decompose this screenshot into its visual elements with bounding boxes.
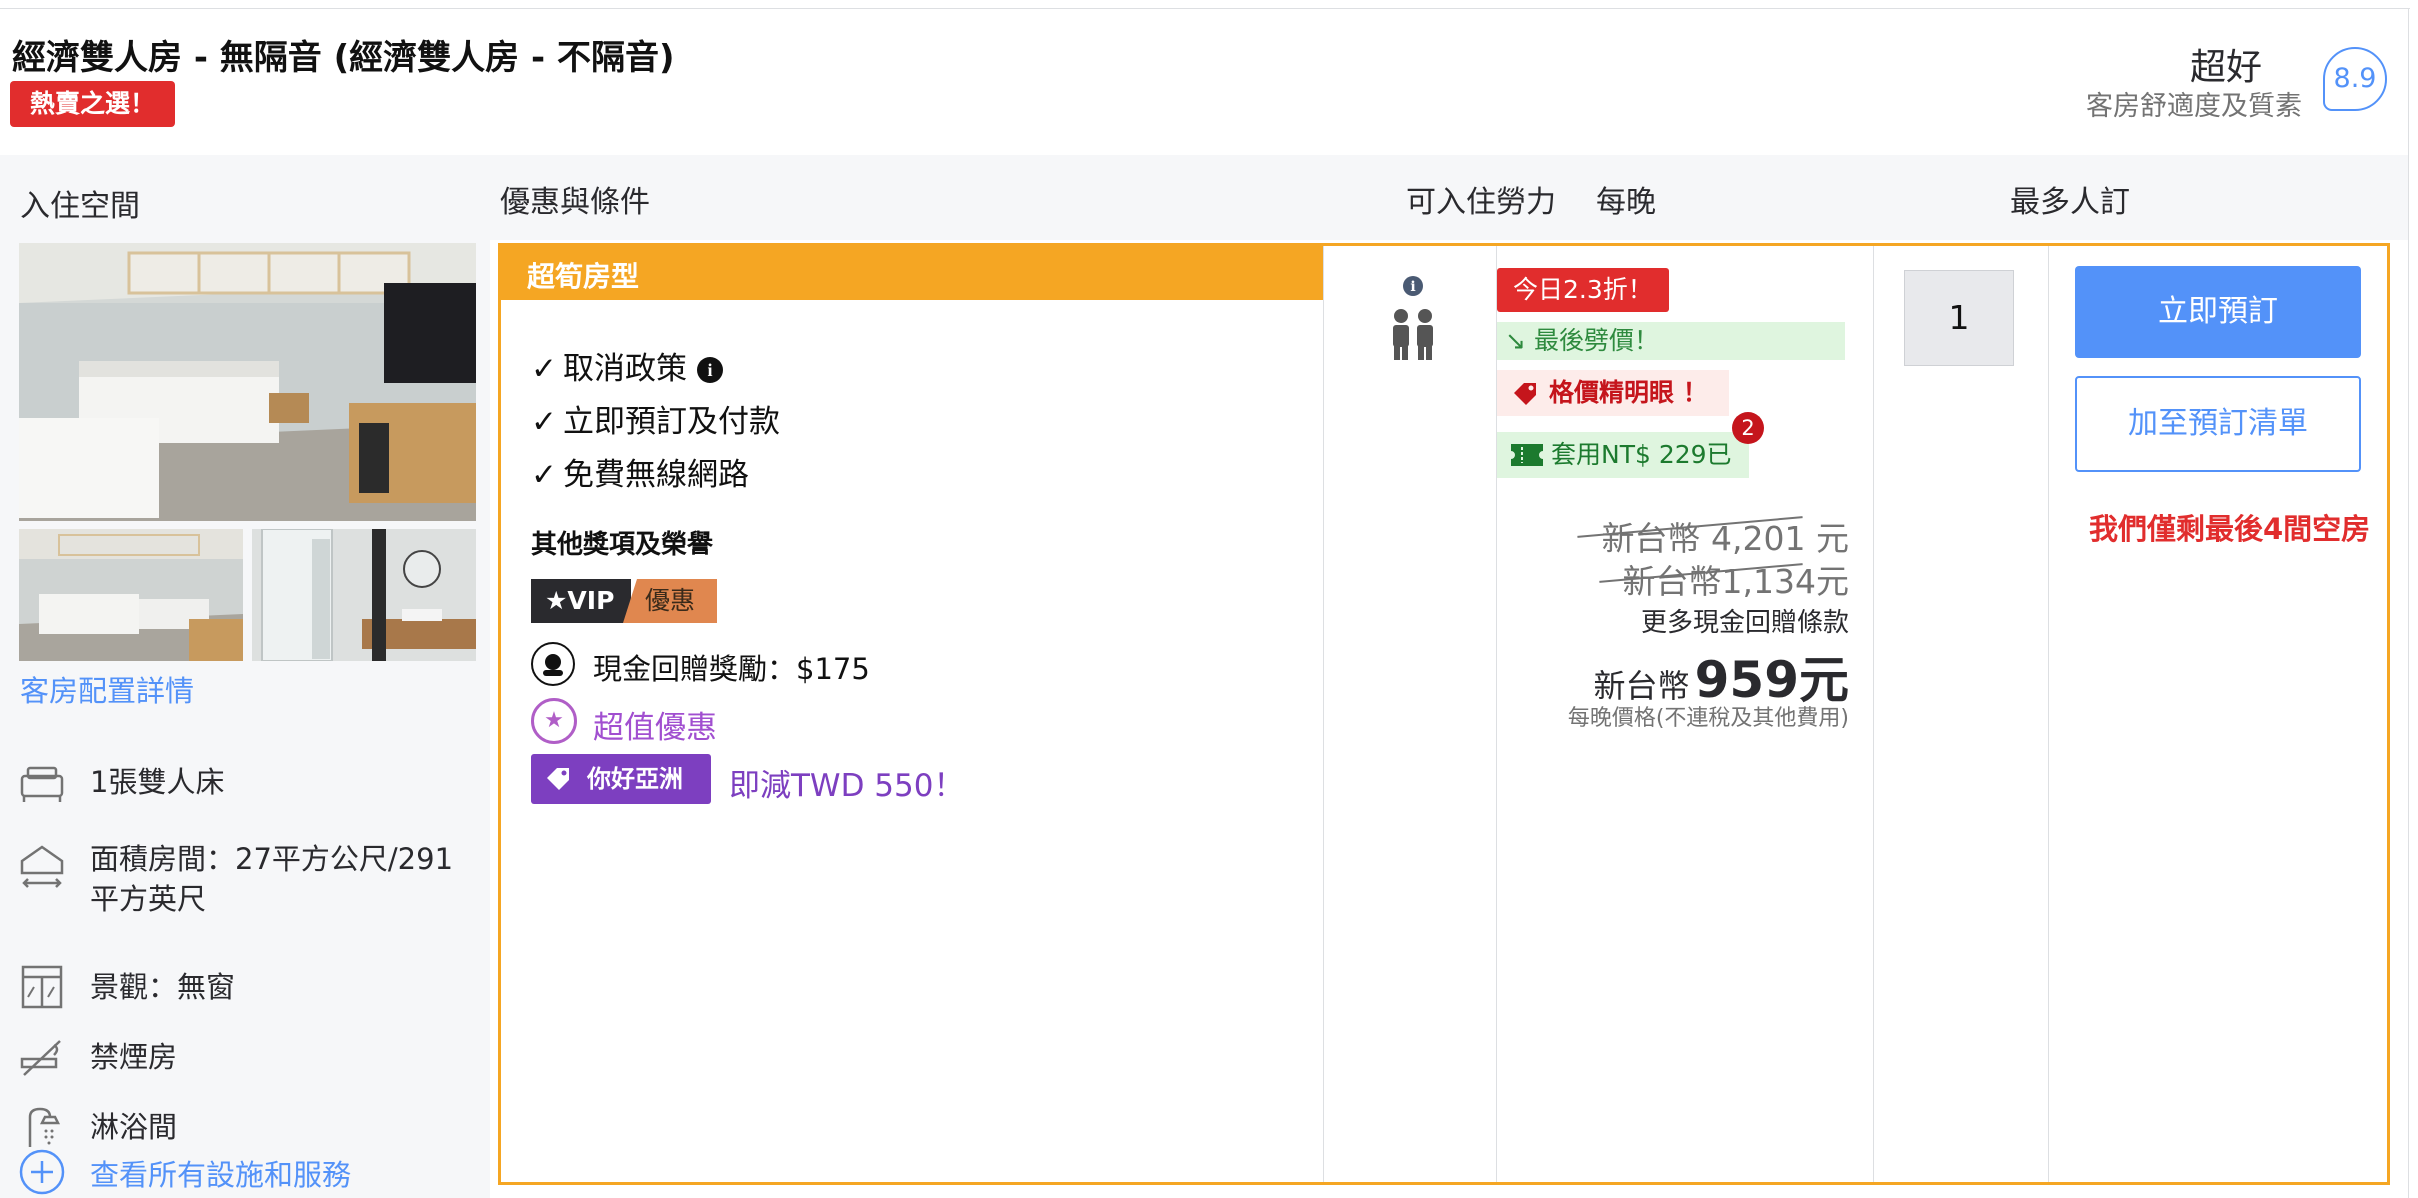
coupon-applied[interactable]: 套用NT$ 229已: [1497, 432, 1749, 478]
capacity-heading: 可入住勞力: [1406, 185, 1556, 220]
hello-asia-discount: 即減TWD 550！: [729, 768, 965, 804]
original-price: 新台幣 4,201 元: [1601, 519, 1849, 558]
rating-word: 超好: [2189, 47, 2262, 88]
amenity-area: 面積房間：27平方公尺/291平方英尺: [18, 835, 478, 925]
room-photo-main[interactable]: [19, 243, 476, 521]
area-icon: [20, 845, 64, 888]
coupon-count-badge: 2: [1732, 412, 1764, 444]
hello-asia-label: 你好亞洲: [587, 765, 683, 793]
room-quantity-select[interactable]: 1: [1904, 270, 2014, 366]
book-now-button[interactable]: 立即預訂: [2075, 266, 2361, 358]
check-icon: ✓: [531, 404, 557, 440]
check-label: 免費無線網路: [563, 457, 749, 493]
room-details-link[interactable]: 客房配置詳情: [20, 668, 194, 710]
top-divider: [0, 8, 2410, 9]
more-cashback-terms[interactable]: 更多現金回贈條款: [1641, 602, 1849, 639]
super-deal-label: 超值優惠: [593, 710, 717, 746]
today-discount-badge: 今日2.3折！: [1497, 268, 1669, 312]
tag-icon: [547, 768, 569, 790]
window-icon: [21, 965, 63, 1009]
amenity-view: 景觀：無窗: [18, 963, 478, 1013]
cancellation-policy[interactable]: ✓ 取消政策 i: [531, 343, 723, 388]
free-wifi-item: ✓ 免費無線網路: [531, 449, 749, 494]
room-space-heading: 入住空間: [20, 189, 140, 224]
room-photo-thumb-1[interactable]: [19, 529, 243, 661]
amenity-label: 禁煙房: [90, 1040, 178, 1074]
offers-heading: 優惠與條件: [500, 185, 650, 220]
see-all-label: 查看所有設施和服務: [90, 1158, 352, 1192]
deal-band-label: 超筍房型: [527, 260, 640, 293]
check-icon: ✓: [531, 351, 557, 387]
crossed-price: 新台幣1,134元: [1622, 562, 1849, 601]
check-label: 取消政策: [563, 351, 687, 387]
star-icon: ★: [545, 586, 568, 615]
smart-price-badge: 格價精明眼 ！: [1497, 370, 1729, 416]
price-tag-icon: [1514, 383, 1536, 405]
pay-now-item: ✓ 立即預訂及付款: [531, 396, 780, 441]
room-space-panel: 入住空間 客房配置詳情 1張雙人床 面積房間：27平方公尺/291平方英尺 景觀…: [0, 155, 490, 1198]
plus-circle-icon: [19, 1149, 65, 1195]
trend-down-icon: ↘: [1505, 326, 1526, 355]
hot-seller-badge: 熱賣之選！: [10, 81, 176, 127]
cash-reward-label: 現金回贈獎勵：$175: [593, 652, 870, 686]
per-night-heading: 每晚: [1596, 185, 1656, 220]
coupon-icon: [1511, 444, 1543, 466]
right-divider: [2408, 8, 2409, 1198]
two-persons-icon: i: [1393, 276, 1433, 360]
amenity-label: 景觀：無窗: [90, 970, 236, 1004]
deal-band: 超筍房型: [501, 246, 1323, 300]
rating-score-badge[interactable]: 8.9: [2323, 47, 2387, 111]
check-icon: ✓: [531, 457, 557, 493]
max-book-heading: 最多人訂: [2010, 185, 2130, 220]
hello-asia-tag: 你好亞洲: [531, 754, 711, 804]
rooms-left-notice: 我們僅剩最後4間空房: [2089, 512, 2371, 546]
amenity-label: 面積房間：27平方公尺/291平方英尺: [90, 842, 454, 916]
room-photo-thumb-2[interactable]: [252, 529, 476, 661]
amenity-bed: 1張雙人床: [18, 758, 478, 808]
info-icon[interactable]: i: [697, 357, 723, 383]
add-to-list-button[interactable]: 加至預訂清單: [2075, 376, 2361, 472]
amenity-shower: 淋浴間: [18, 1103, 478, 1153]
other-awards-title: 其他獎項及榮譽: [531, 530, 714, 560]
column-divider: [2048, 246, 2049, 1182]
smart-price-label: 格價精明眼 ！: [1549, 378, 1708, 407]
per-night-note: 每晚價格(不連稅及其他費用): [1567, 706, 1849, 731]
capacity-indicator[interactable]: i: [1381, 274, 1445, 378]
star-circle-icon: ★: [531, 698, 577, 744]
last-price-label: 最後劈價！: [1533, 326, 1659, 355]
amenity-non-smoking: 禁煙房: [18, 1033, 478, 1083]
vip-label: VIP: [567, 586, 615, 615]
svg-text:i: i: [1410, 279, 1415, 295]
vip-deal-label: 優惠: [623, 579, 717, 623]
no-smoking-icon: [20, 1040, 61, 1076]
bed-icon: [20, 766, 64, 802]
shower-icon: [28, 1107, 61, 1147]
column-header-row: 優惠與條件 可入住勞力 每晚 最多人訂: [490, 155, 2408, 240]
last-price-drop: ↘ 最後劈價！: [1497, 322, 1845, 360]
amenity-label: 1張雙人床: [90, 765, 225, 799]
check-label: 立即預訂及付款: [563, 404, 780, 440]
amenity-label: 淋浴間: [90, 1110, 178, 1144]
coupon-label: 套用NT$ 229已: [1551, 440, 1732, 469]
rating-subtitle: 客房舒適度及質素: [2086, 91, 2302, 122]
coin-icon: [531, 642, 575, 686]
room-title: 經濟雙人房 - 無隔音 (經濟雙人房 - 不隔音): [12, 38, 675, 78]
column-divider: [1873, 246, 1874, 1182]
offer-card: 超筍房型 ✓ 取消政策 i ✓ 立即預訂及付款 ✓ 免費無線網路 其他獎項及榮譽 ★VI…: [498, 243, 2390, 1185]
column-divider: [1323, 246, 1324, 1182]
